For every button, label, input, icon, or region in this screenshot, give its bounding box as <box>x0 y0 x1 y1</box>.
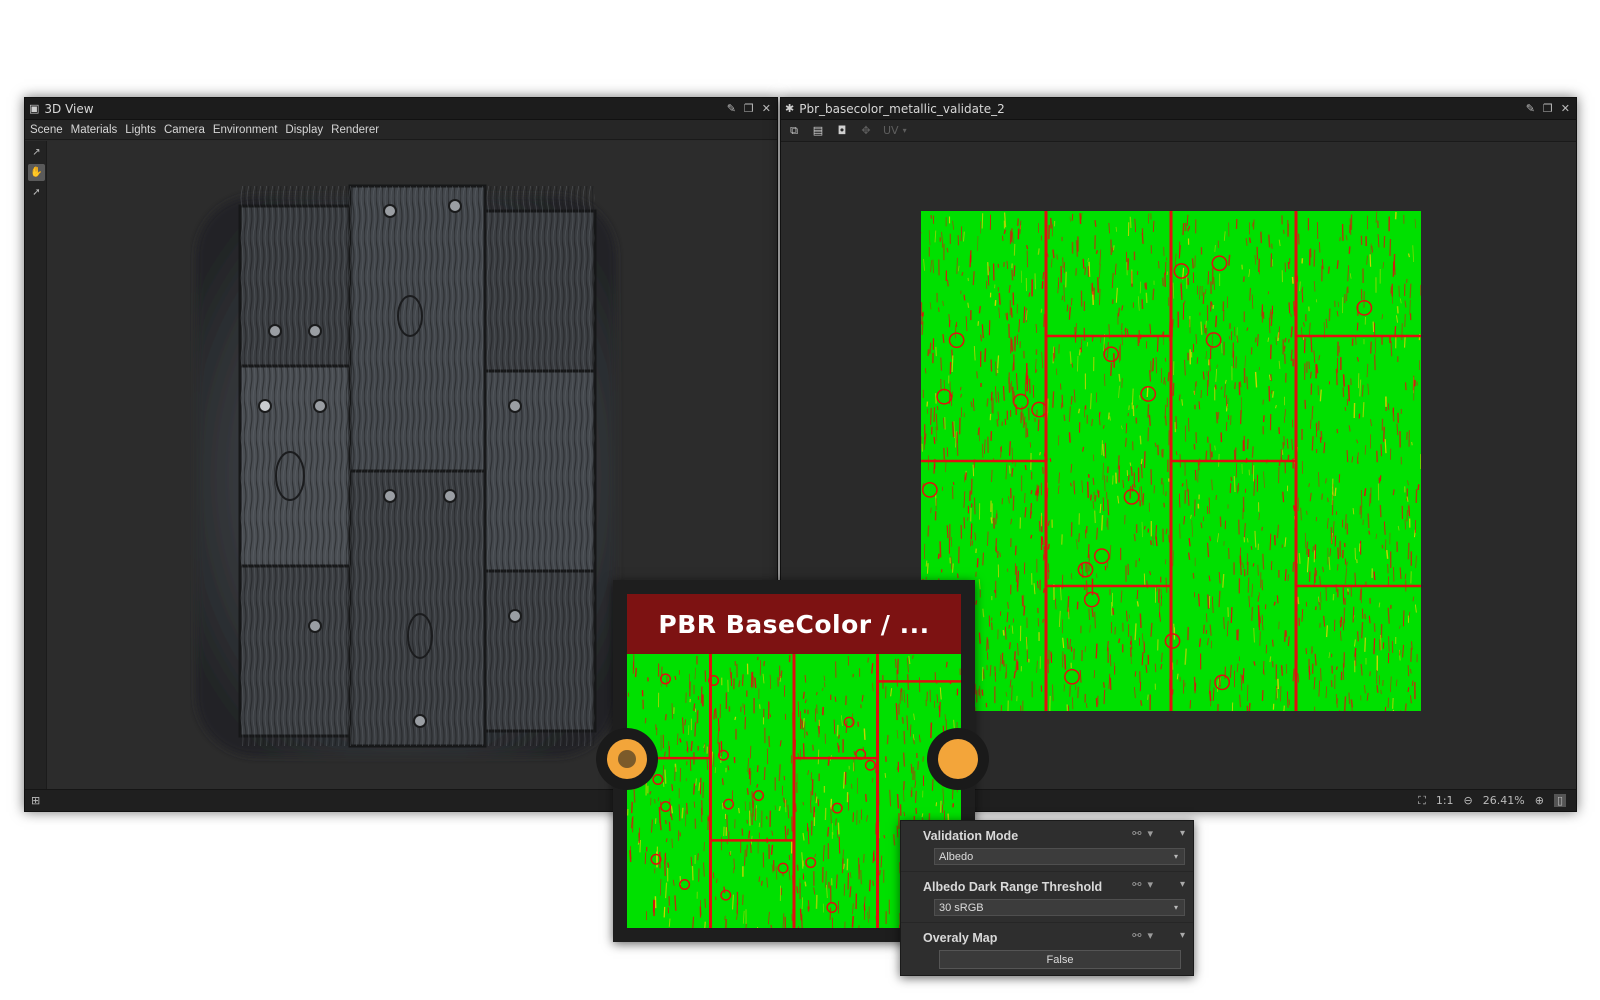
fit-icon[interactable]: ⛶ <box>1418 794 1426 808</box>
zoom-percent: 26.41% <box>1482 794 1525 807</box>
zoom-in-icon[interactable]: ⊕ <box>1535 794 1544 807</box>
param-label: Validation Mode <box>923 829 1019 843</box>
uv-dropdown[interactable]: UV <box>883 124 899 137</box>
window-title: 3D View <box>44 101 94 116</box>
output-port-ring <box>938 739 978 779</box>
param-validation-mode: Validation Mode ⚯ ▾ ▾ Albedo ▾ <box>901 821 1193 872</box>
restore-icon[interactable]: ❐ <box>1543 102 1553 115</box>
menu-camera[interactable]: Camera <box>164 124 205 136</box>
param-label: Albedo Dark Range Threshold <box>923 880 1103 894</box>
param-albedo-dark-threshold: Albedo Dark Range Threshold ⚯ ▾ ▾ 30 sRGB… <box>901 872 1193 923</box>
chevron-down-icon[interactable]: ▾ <box>1147 929 1153 942</box>
restore-icon[interactable]: ❐ <box>744 102 754 115</box>
lock-icon[interactable]: ▯ <box>1553 794 1566 807</box>
chevron-down-icon[interactable]: ▾ <box>1180 828 1185 839</box>
2d-view-toolbar: ⧉ ▤ ◘ ✥ UV ▾ <box>781 120 1576 142</box>
menu-scene[interactable]: Scene <box>30 124 63 136</box>
external-link-icon[interactable]: ↗ <box>28 144 45 161</box>
3d-view-titlebar: ▣ 3D View ✎ ❐ ✕ <box>25 98 777 120</box>
albedo-threshold-select[interactable]: 30 sRGB ▾ <box>934 899 1185 916</box>
menu-environment[interactable]: Environment <box>213 124 278 136</box>
menu-renderer[interactable]: Renderer <box>331 124 379 136</box>
chevron-down-icon[interactable]: ▾ <box>1147 878 1153 891</box>
param-overlay-map: Overaly Map ⚯ ▾ ▾ False <box>901 923 1193 974</box>
chevron-down-icon[interactable]: ▾ <box>1180 879 1185 890</box>
pin-icon[interactable]: ✎ <box>727 102 736 115</box>
select-value: Albedo <box>939 850 974 863</box>
window-title: Pbr_basecolor_metallic_validate_2 <box>799 101 1005 116</box>
tiling-icon[interactable]: ✥ <box>859 124 873 137</box>
chevron-down-icon: ▾ <box>902 126 907 135</box>
param-label: Overaly Map <box>923 931 998 945</box>
validation-mode-select[interactable]: Albedo ▾ <box>934 848 1185 865</box>
overlay-map-toggle[interactable]: False <box>939 950 1181 969</box>
link-icon[interactable]: ⚯ <box>1132 827 1141 840</box>
input-port-ring <box>607 739 647 779</box>
chevron-down-icon: ▾ <box>1173 903 1178 912</box>
orbit-tool-icon[interactable]: ✋ <box>28 164 45 181</box>
link-icon[interactable]: ⚯ <box>1132 878 1141 891</box>
close-icon[interactable]: ✕ <box>1561 102 1570 115</box>
select-value: 30 sRGB <box>939 901 984 914</box>
3d-render-cylinder <box>196 184 616 756</box>
graph-icon: ✱ <box>785 102 795 115</box>
3d-view-menubar: Scene Materials Lights Camera Environmen… <box>25 120 777 140</box>
node-title: PBR BaseColor / ... <box>627 594 961 654</box>
pin-icon[interactable]: ✎ <box>1526 102 1535 115</box>
chevron-down-icon[interactable]: ▾ <box>1180 930 1185 941</box>
menu-materials[interactable]: Materials <box>71 124 118 136</box>
menu-display[interactable]: Display <box>285 124 323 136</box>
input-port-core <box>618 750 636 768</box>
2d-view-titlebar: ✱ Pbr_basecolor_metallic_validate_2 ✎ ❐ … <box>781 98 1576 120</box>
chevron-down-icon[interactable]: ▾ <box>1147 827 1153 840</box>
viewport-tool-strip: ↗ ✋ ➚ <box>25 141 47 789</box>
select-tool-icon[interactable]: ➚ <box>28 184 45 201</box>
cube-icon: ▣ <box>29 102 40 115</box>
app-stage: ▣ 3D View ✎ ❐ ✕ Scene Materials Lights C… <box>0 0 1600 1000</box>
close-icon[interactable]: ✕ <box>762 102 771 115</box>
validation-map-large <box>921 211 1421 711</box>
hierarchy-icon[interactable]: ⊞ <box>31 794 40 807</box>
save-image-icon[interactable]: ▤ <box>811 124 825 137</box>
zoom-ratio[interactable]: 1:1 <box>1436 794 1454 807</box>
node-output-port[interactable] <box>927 728 989 790</box>
camera-icon[interactable]: ◘ <box>835 124 849 137</box>
copy-icon[interactable]: ⧉ <box>787 124 801 137</box>
chevron-down-icon: ▾ <box>1173 852 1178 861</box>
menu-lights[interactable]: Lights <box>125 124 156 136</box>
node-input-port[interactable] <box>596 728 658 790</box>
link-icon[interactable]: ⚯ <box>1132 929 1141 942</box>
zoom-out-icon[interactable]: ⊖ <box>1464 794 1473 807</box>
parameters-panel: Validation Mode ⚯ ▾ ▾ Albedo ▾ Albedo Dar… <box>900 820 1194 976</box>
